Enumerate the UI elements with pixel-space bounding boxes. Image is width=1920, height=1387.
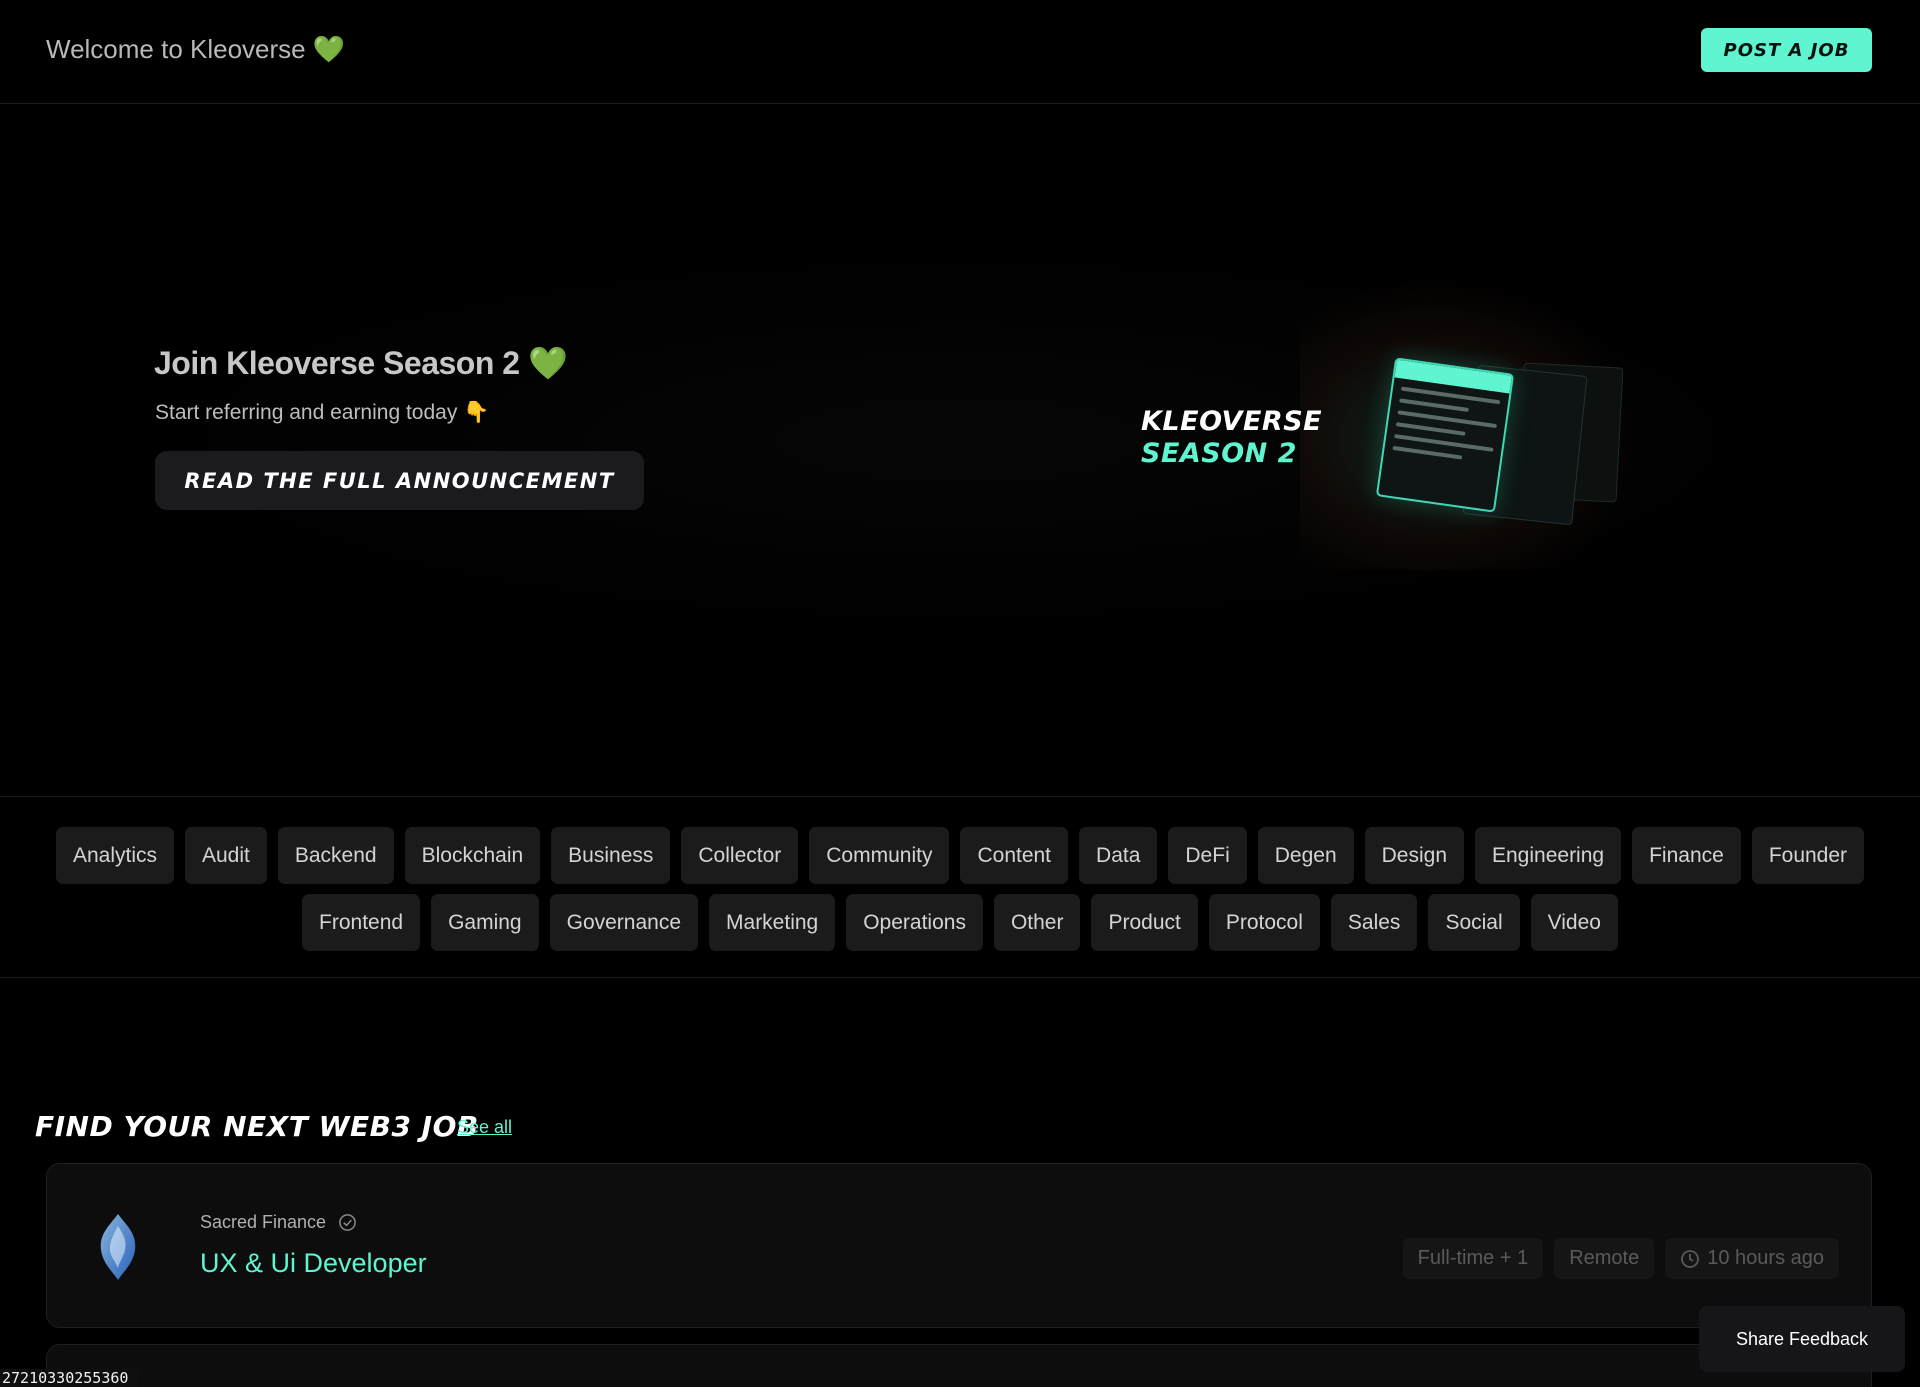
category-chip-gaming[interactable]: Gaming bbox=[431, 894, 539, 951]
posted-time-tag: 10 hours ago bbox=[1665, 1238, 1839, 1279]
category-row-1: Analytics Audit Backend Blockchain Business C… bbox=[0, 827, 1920, 884]
category-chip-sales[interactable]: Sales bbox=[1330, 894, 1418, 951]
category-chip-analytics[interactable]: Analytics bbox=[55, 827, 174, 884]
location-tag: Remote bbox=[1554, 1238, 1655, 1279]
pointing-down-icon: 👇 bbox=[463, 401, 490, 424]
category-chip-governance[interactable]: Governance bbox=[549, 894, 699, 951]
hero-subtitle: Start referring and earning today 👇 bbox=[155, 401, 489, 425]
job-card[interactable]: Sacred Finance UX & Ui Developer Full-ti… bbox=[46, 1163, 1872, 1328]
footer-id-text: 27210330255360 bbox=[0, 1369, 139, 1387]
category-chip-video[interactable]: Video bbox=[1530, 894, 1618, 951]
category-chip-collector[interactable]: Collector bbox=[681, 827, 799, 884]
category-chip-community[interactable]: Community bbox=[809, 827, 950, 884]
check-circle-icon bbox=[339, 1214, 356, 1231]
hero-subtitle-text: Start referring and earning today bbox=[155, 401, 458, 424]
jobs-heading: FIND YOUR NEXT WEB3 JOB bbox=[35, 1110, 479, 1143]
category-chip-frontend[interactable]: Frontend bbox=[302, 894, 421, 951]
season-2-promo-image[interactable]: KLEOVERSE SEASON 2 bbox=[1120, 270, 1680, 570]
read-announcement-button[interactable]: READ THE FULL ANNOUNCEMENT bbox=[155, 451, 644, 510]
category-chip-other[interactable]: Other bbox=[993, 894, 1081, 951]
job-tags: Full-time + 1 Remote 10 hours ago bbox=[1402, 1238, 1839, 1279]
sacred-finance-logo-icon bbox=[100, 1214, 136, 1280]
category-chip-data[interactable]: Data bbox=[1079, 827, 1158, 884]
promo-card-front bbox=[1375, 357, 1515, 513]
category-chip-blockchain[interactable]: Blockchain bbox=[404, 827, 541, 884]
category-chip-audit[interactable]: Audit bbox=[185, 827, 267, 884]
category-filters: Analytics Audit Backend Blockchain Business C… bbox=[0, 796, 1920, 978]
hero-title: Join Kleoverse Season 2 💚 bbox=[154, 344, 568, 382]
clock-icon bbox=[1681, 1249, 1700, 1268]
category-row-2: Frontend Gaming Governance Marketing Operati… bbox=[0, 894, 1920, 951]
company-name[interactable]: Sacred Finance bbox=[200, 1212, 326, 1233]
category-chip-degen[interactable]: Degen bbox=[1257, 827, 1354, 884]
category-chip-business[interactable]: Business bbox=[551, 827, 671, 884]
job-card[interactable] bbox=[46, 1344, 1872, 1387]
green-heart-icon: 💚 bbox=[312, 34, 346, 64]
category-chip-engineering[interactable]: Engineering bbox=[1475, 827, 1622, 884]
share-feedback-button[interactable]: Share Feedback bbox=[1699, 1306, 1905, 1372]
category-chip-marketing[interactable]: Marketing bbox=[709, 894, 836, 951]
page: Welcome to Kleoverse 💚 POST A JOB Join K… bbox=[0, 0, 1920, 1387]
category-chip-operations[interactable]: Operations bbox=[846, 894, 983, 951]
post-a-job-button[interactable]: POST A JOB bbox=[1701, 28, 1872, 72]
category-chip-finance[interactable]: Finance bbox=[1632, 827, 1741, 884]
green-heart-icon: 💚 bbox=[527, 345, 568, 381]
welcome-label: Welcome to Kleoverse bbox=[46, 34, 306, 64]
welcome-text: Welcome to Kleoverse 💚 bbox=[46, 34, 345, 65]
category-chip-social[interactable]: Social bbox=[1428, 894, 1520, 951]
promo-title-line2: SEASON 2 bbox=[1141, 438, 1297, 469]
hero-title-text: Join Kleoverse Season 2 bbox=[154, 345, 520, 381]
category-chip-content[interactable]: Content bbox=[960, 827, 1069, 884]
employment-type-tag: Full-time + 1 bbox=[1402, 1238, 1544, 1279]
category-chip-product[interactable]: Product bbox=[1091, 894, 1198, 951]
category-chip-defi[interactable]: DeFi bbox=[1168, 827, 1247, 884]
posted-time-label: 10 hours ago bbox=[1707, 1247, 1824, 1269]
promo-title-line1: KLEOVERSE bbox=[1141, 406, 1323, 437]
category-chip-backend[interactable]: Backend bbox=[277, 827, 394, 884]
top-header: Welcome to Kleoverse 💚 POST A JOB bbox=[0, 0, 1920, 104]
category-chip-founder[interactable]: Founder bbox=[1751, 827, 1865, 884]
category-chip-protocol[interactable]: Protocol bbox=[1208, 894, 1320, 951]
category-chip-design[interactable]: Design bbox=[1364, 827, 1464, 884]
job-title-link[interactable]: UX & Ui Developer bbox=[200, 1248, 427, 1279]
see-all-link[interactable]: See all bbox=[457, 1117, 512, 1138]
